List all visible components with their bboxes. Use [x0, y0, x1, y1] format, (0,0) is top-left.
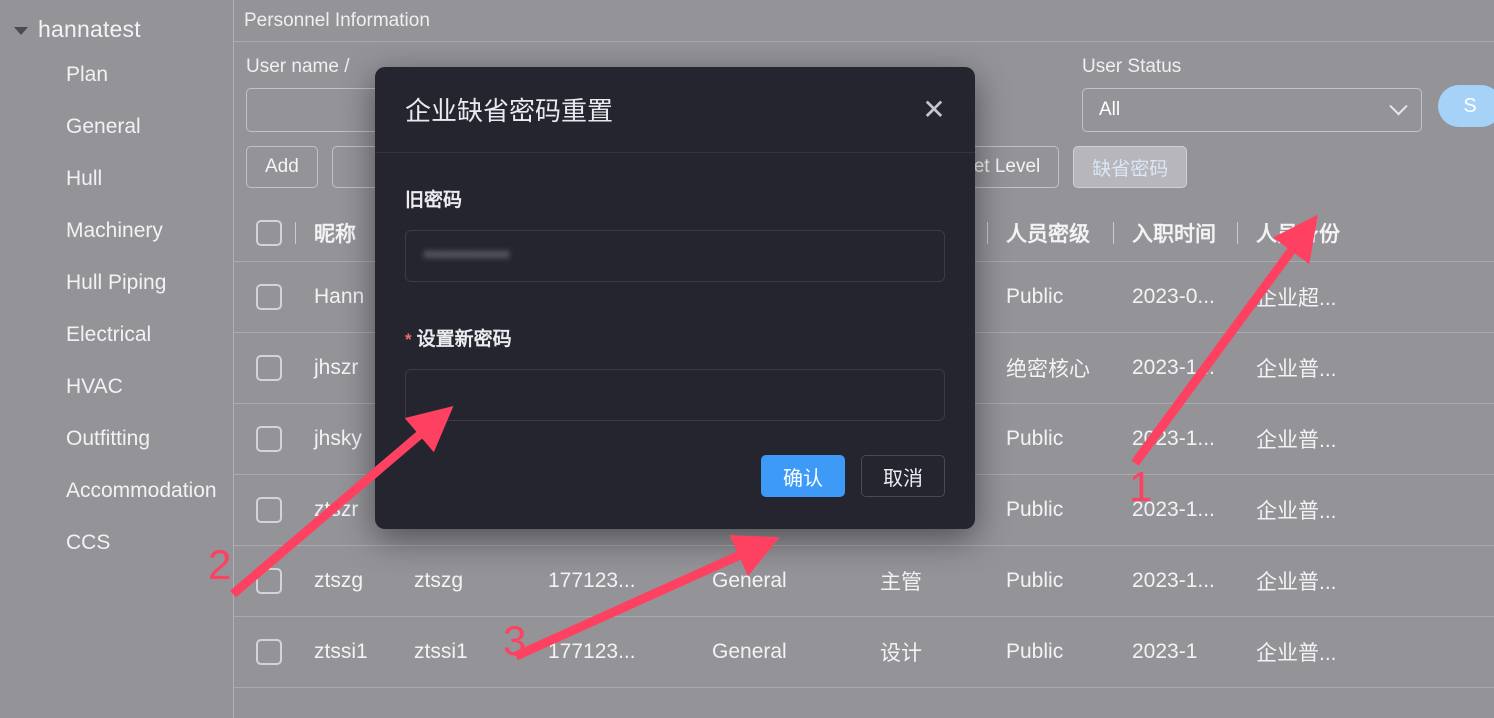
checkbox-icon	[256, 355, 282, 381]
required-marker: *	[405, 330, 412, 349]
sidebar-item-label: CCS	[66, 531, 111, 554]
screen-root: hannatest Plan General Hull Machinery Hu…	[0, 0, 1494, 718]
cell-hire-date: 2023-1...	[1132, 569, 1215, 592]
sidebar-item-label: Accommodation	[66, 479, 217, 502]
row-checkbox[interactable]	[234, 568, 296, 594]
default-password-button[interactable]: 缺省密码	[1073, 146, 1188, 188]
cell-position: 设计	[880, 642, 922, 665]
cell-secret-level: Public	[1006, 569, 1064, 592]
cell-department: General	[712, 640, 787, 663]
new-password-label-text: 设置新密码	[416, 329, 512, 350]
sidebar-item-label: Hull	[66, 167, 103, 190]
sidebar-item-label: Electrical	[66, 323, 152, 346]
cell-username: ztssi1	[414, 640, 468, 663]
old-password-label-text: 旧密码	[405, 190, 463, 211]
checkbox-icon	[256, 219, 282, 246]
cell-identity: 企业普...	[1256, 642, 1337, 665]
sidebar-item-ccs[interactable]: CCS	[0, 517, 233, 569]
checkbox-icon	[256, 426, 282, 452]
chevron-down-icon[interactable]	[14, 27, 28, 35]
sidebar-item-hvac[interactable]: HVAC	[0, 361, 233, 413]
filter-user-status: User Status All	[1082, 56, 1422, 132]
sidebar-item-label: General	[66, 115, 141, 138]
sidebar-item-label: Machinery	[66, 219, 163, 242]
sidebar-item-hull-piping[interactable]: Hull Piping	[0, 257, 233, 309]
sidebar-item-label: HVAC	[66, 375, 123, 398]
cell-nickname: ztssi1	[314, 640, 368, 663]
field-spacer	[405, 282, 945, 324]
user-status-select[interactable]: All	[1082, 88, 1422, 132]
row-checkbox[interactable]	[234, 426, 296, 452]
cell-identity: 企业普...	[1256, 429, 1337, 452]
cell-secret-level: Public	[1006, 498, 1064, 521]
cell-identity: 企业普...	[1256, 358, 1337, 381]
cell-secret-level: Public	[1006, 427, 1064, 450]
old-password-value: ••••••••••••	[424, 245, 510, 266]
cell-position: 主管	[880, 571, 922, 594]
row-checkbox[interactable]	[234, 497, 296, 523]
user-status-value: All	[1099, 99, 1121, 120]
dialog-header: 企业缺省密码重置 ✕	[375, 67, 975, 153]
table-row[interactable]: ztssi1 ztssi1 177123... General 设计 Publi…	[234, 617, 1494, 688]
dialog-footer: 确认 取消	[375, 421, 975, 529]
column-header-hire-date[interactable]: 入职时间	[1114, 218, 1238, 248]
checkbox-icon	[256, 639, 282, 665]
row-checkbox[interactable]	[234, 284, 296, 310]
dialog-body: 旧密码 •••••••••••• * 设置新密码	[375, 153, 975, 421]
sidebar-item-label: Outfitting	[66, 427, 151, 450]
checkbox-icon	[256, 497, 282, 523]
sidebar-item-general[interactable]: General	[0, 101, 233, 153]
row-checkbox[interactable]	[234, 355, 296, 381]
column-header-identity[interactable]: 人员身份	[1238, 218, 1378, 248]
checkbox-icon	[256, 568, 282, 594]
cancel-button[interactable]: 取消	[861, 455, 945, 497]
confirm-button[interactable]: 确认	[761, 455, 845, 497]
sidebar-item-accommodation[interactable]: Accommodation	[0, 465, 233, 517]
sidebar-item-machinery[interactable]: Machinery	[0, 205, 233, 257]
add-button[interactable]: Add	[246, 146, 318, 188]
cell-hire-date: 2023-1	[1132, 640, 1198, 663]
select-all-checkbox[interactable]	[234, 219, 296, 246]
sidebar-root-hannatest[interactable]: hannatest	[0, 10, 233, 49]
chevron-down-icon	[1389, 96, 1408, 115]
row-checkbox[interactable]	[234, 639, 296, 665]
old-password-label: 旧密码	[405, 185, 945, 212]
cell-hire-date: 2023-0...	[1132, 285, 1215, 308]
cell-phone: 177123...	[548, 640, 636, 663]
cell-secret-level: Public	[1006, 285, 1064, 308]
cell-phone: 177123...	[548, 569, 636, 592]
filter-status-label: User Status	[1082, 56, 1182, 77]
table-row[interactable]: ztszg ztszg 177123... General 主管 Public …	[234, 546, 1494, 617]
dialog-title: 企业缺省密码重置	[405, 96, 614, 126]
new-password-field[interactable]	[405, 369, 945, 421]
close-icon[interactable]: ✕	[919, 95, 949, 125]
sidebar-item-electrical[interactable]: Electrical	[0, 309, 233, 361]
cell-hire-date: 2023-1...	[1132, 427, 1215, 450]
cell-hire-date: 2023-1...	[1132, 498, 1215, 521]
cell-secret-level: 绝密核心	[1006, 358, 1090, 381]
cell-hire-date: 2023-1...	[1132, 356, 1215, 379]
sidebar-root-label: hannatest	[38, 16, 141, 42]
page-title: Personnel Information	[234, 0, 1494, 42]
sidebar-item-label: Plan	[66, 63, 109, 86]
cell-department: General	[712, 569, 787, 592]
cell-identity: 企业超...	[1256, 287, 1337, 310]
cell-secret-level: Public	[1006, 640, 1064, 663]
column-header-secret-level[interactable]: 人员密级	[988, 218, 1114, 248]
cell-identity: 企业普...	[1256, 571, 1337, 594]
new-password-label: * 设置新密码	[405, 324, 945, 351]
cell-username: ztszg	[414, 569, 464, 592]
sidebar: hannatest Plan General Hull Machinery Hu…	[0, 0, 234, 718]
default-password-reset-dialog: 企业缺省密码重置 ✕ 旧密码 •••••••••••• * 设置新密码 确认 取…	[375, 67, 975, 529]
sidebar-item-label: Hull Piping	[66, 271, 167, 294]
sidebar-item-plan[interactable]: Plan	[0, 49, 233, 101]
sidebar-item-hull[interactable]: Hull	[0, 153, 233, 205]
sidebar-item-outfitting[interactable]: Outfitting	[0, 413, 233, 465]
checkbox-icon	[256, 284, 282, 310]
cell-identity: 企业普...	[1256, 500, 1337, 523]
old-password-field[interactable]: ••••••••••••	[405, 230, 945, 282]
search-button[interactable]: S	[1438, 85, 1494, 127]
cell-nickname: ztszg	[314, 569, 364, 592]
